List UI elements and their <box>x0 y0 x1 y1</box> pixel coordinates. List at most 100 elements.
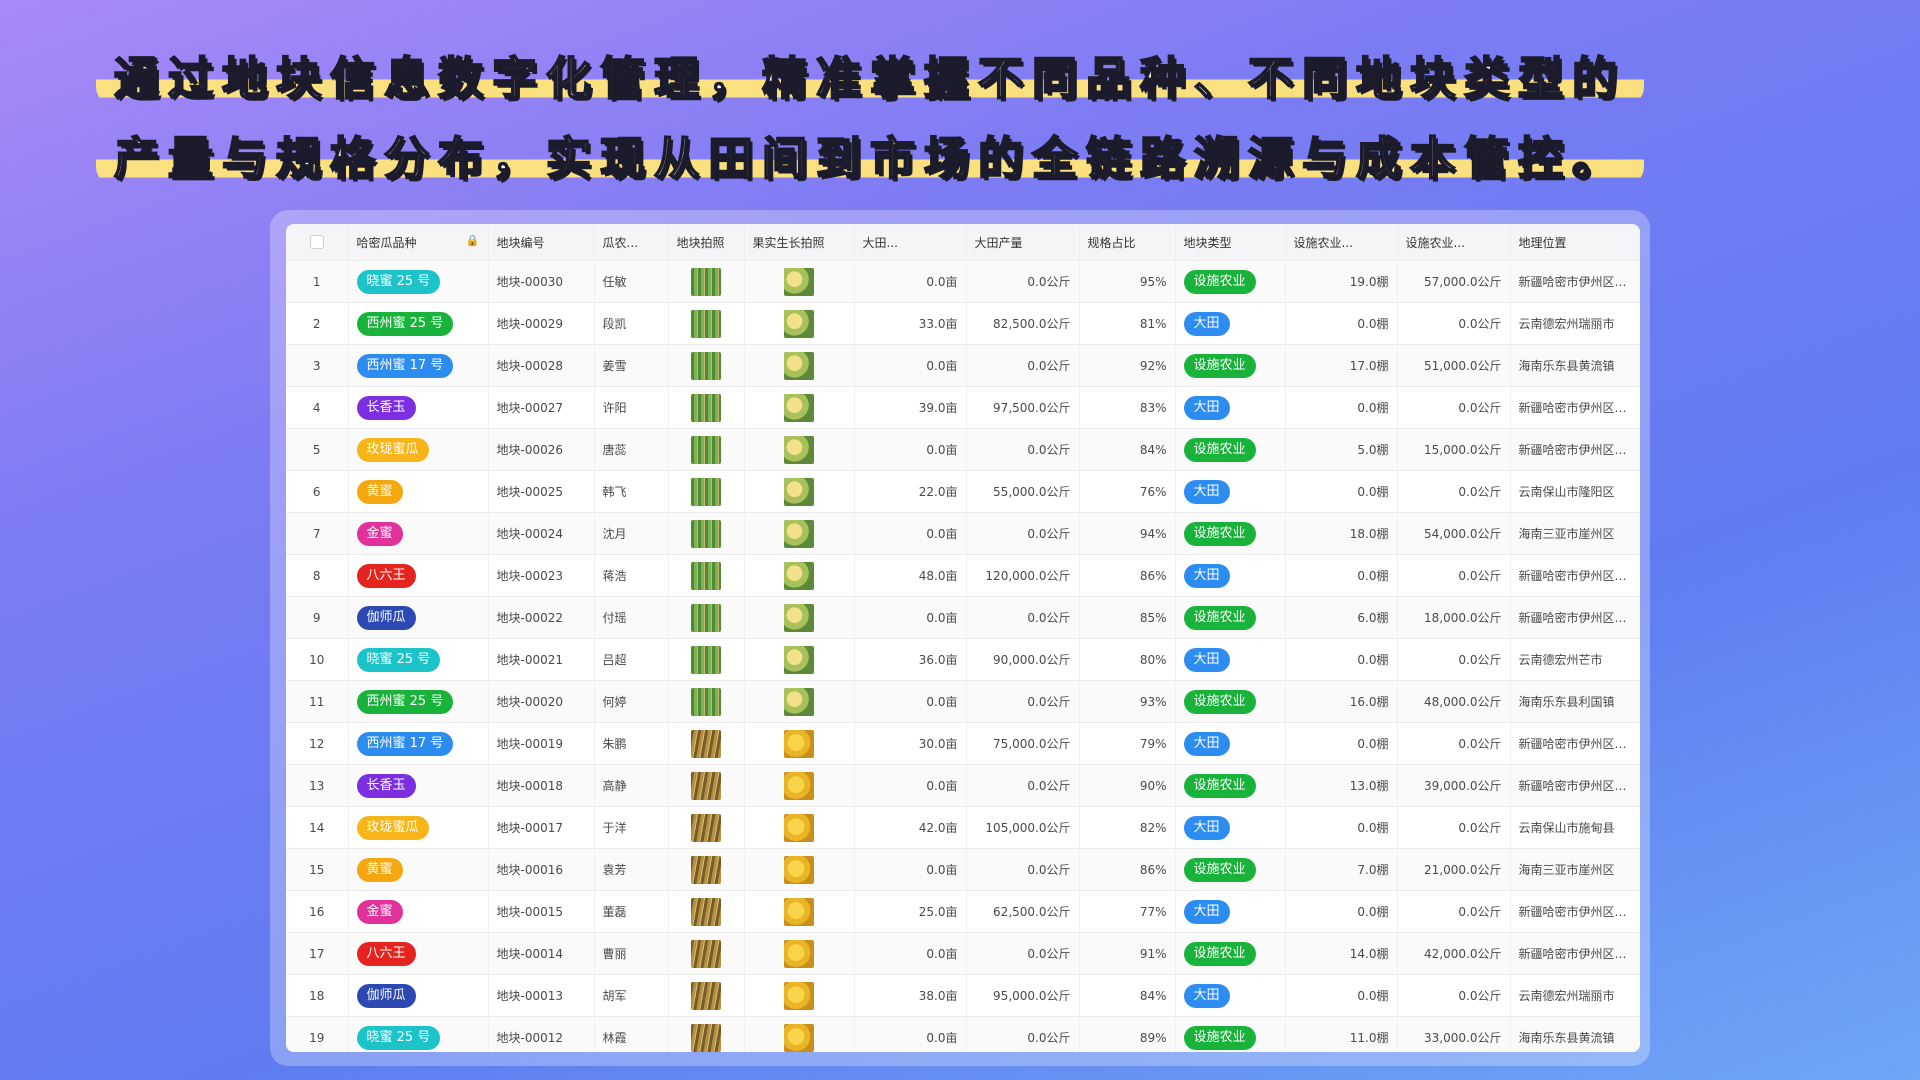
column-header-plot-type[interactable]: 地块类型 <box>1175 224 1286 261</box>
plot-photo-thumbnail[interactable] <box>691 771 721 800</box>
plot-photo-thumbnail[interactable] <box>691 645 721 674</box>
variety-tag[interactable]: 金蜜 <box>356 899 403 924</box>
plot-type-tag[interactable]: 设施农业 <box>1183 437 1256 462</box>
fruit-photo-thumbnail[interactable] <box>784 645 814 674</box>
column-header-location[interactable]: 地理位置 <box>1510 224 1640 261</box>
table-row[interactable]: 15 黄蜜 地块-00016 袁芳 0.0亩 0.0公斤 86% 设施农业 7.0棚 21,000… <box>286 848 1640 891</box>
plot-type-tag[interactable]: 设施农业 <box>1183 857 1256 882</box>
plot-photo-thumbnail[interactable] <box>691 981 721 1010</box>
fruit-photo-thumbnail[interactable] <box>784 435 814 464</box>
column-header-ratio[interactable]: 规格占比 <box>1079 224 1176 261</box>
column-header-farmer[interactable]: 瓜农... <box>594 224 669 261</box>
plot-photo-thumbnail[interactable] <box>691 435 721 464</box>
plot-photo-thumbnail[interactable] <box>691 561 721 590</box>
plot-photo-thumbnail[interactable] <box>691 477 721 506</box>
column-header-plot-photo[interactable]: 地块拍照 <box>668 224 745 261</box>
plot-type-tag[interactable]: 大田 <box>1183 647 1230 672</box>
plot-photo-thumbnail[interactable] <box>691 309 721 338</box>
plot-photo-thumbnail[interactable] <box>691 519 721 548</box>
plot-type-tag[interactable]: 大田 <box>1183 395 1230 420</box>
variety-tag[interactable]: 玫珑蜜瓜 <box>356 815 429 840</box>
variety-tag[interactable]: 长香玉 <box>356 395 416 420</box>
table-row[interactable]: 1 晓蜜 25 号 地块-00030 任敏 0.0亩 0.0公斤 95% 设施农业 19.0棚 5… <box>286 260 1640 303</box>
variety-tag[interactable]: 黄蜜 <box>356 857 403 882</box>
select-all-header[interactable] <box>286 224 349 261</box>
fruit-photo-thumbnail[interactable] <box>784 897 814 926</box>
variety-tag[interactable]: 金蜜 <box>356 521 403 546</box>
plot-type-tag[interactable]: 设施农业 <box>1183 353 1256 378</box>
fruit-photo-thumbnail[interactable] <box>784 351 814 380</box>
plot-photo-thumbnail[interactable] <box>691 351 721 380</box>
table-row[interactable]: 17 八六王 地块-00014 曹丽 0.0亩 0.0公斤 91% 设施农业 14.0棚 42,0… <box>286 932 1640 975</box>
plot-photo-thumbnail[interactable] <box>691 1023 721 1052</box>
variety-tag[interactable]: 西州蜜 17 号 <box>356 731 454 756</box>
plot-photo-thumbnail[interactable] <box>691 603 721 632</box>
variety-tag[interactable]: 伽师瓜 <box>356 983 416 1008</box>
column-header-facility-count[interactable]: 设施农业... <box>1285 224 1398 261</box>
plot-type-tag[interactable]: 设施农业 <box>1183 269 1256 294</box>
column-header-field-area[interactable]: 大田... <box>854 224 967 261</box>
table-row[interactable]: 4 长香玉 地块-00027 许阳 39.0亩 97,500.0公斤 83% 大田 0.0棚 0.… <box>286 386 1640 429</box>
table-row[interactable]: 3 西州蜜 17 号 地块-00028 姜雪 0.0亩 0.0公斤 92% 设施农业 17.0棚… <box>286 344 1640 387</box>
table-row[interactable]: 16 金蜜 地块-00015 董磊 25.0亩 62,500.0公斤 77% 大田 0.0棚 0.… <box>286 890 1640 933</box>
variety-tag[interactable]: 八六王 <box>356 941 416 966</box>
fruit-photo-thumbnail[interactable] <box>784 309 814 338</box>
plot-type-tag[interactable]: 大田 <box>1183 815 1230 840</box>
fruit-photo-thumbnail[interactable] <box>784 603 814 632</box>
variety-tag[interactable]: 伽师瓜 <box>356 605 416 630</box>
column-header-facility-yield[interactable]: 设施农业... <box>1397 224 1511 261</box>
table-row[interactable]: 18 伽师瓜 地块-00013 胡军 38.0亩 95,000.0公斤 84% 大田 0.0棚 0… <box>286 974 1640 1017</box>
plot-type-tag[interactable]: 大田 <box>1183 479 1230 504</box>
plot-type-tag[interactable]: 设施农业 <box>1183 521 1256 546</box>
table-row[interactable]: 12 西州蜜 17 号 地块-00019 朱鹏 30.0亩 75,000.0公斤 79% 大田… <box>286 722 1640 765</box>
data-table-container[interactable]: 哈密瓜品种 🔒 地块编号 瓜农... 地块拍照 果实生长拍照 大田... 大田产量… <box>286 224 1640 1052</box>
variety-tag[interactable]: 西州蜜 17 号 <box>356 353 454 378</box>
plot-type-tag[interactable]: 设施农业 <box>1183 773 1256 798</box>
column-header-fruit-photo[interactable]: 果实生长拍照 <box>744 224 855 261</box>
fruit-photo-thumbnail[interactable] <box>784 477 814 506</box>
variety-tag[interactable]: 晓蜜 25 号 <box>356 647 441 672</box>
table-row[interactable]: 10 晓蜜 25 号 地块-00021 吕超 36.0亩 90,000.0公斤 80% 大田 0… <box>286 638 1640 681</box>
table-row[interactable]: 11 西州蜜 25 号 地块-00020 何婷 0.0亩 0.0公斤 93% 设施农业 16.0… <box>286 680 1640 723</box>
plot-photo-thumbnail[interactable] <box>691 939 721 968</box>
fruit-photo-thumbnail[interactable] <box>784 393 814 422</box>
table-row[interactable]: 9 伽师瓜 地块-00022 付瑶 0.0亩 0.0公斤 85% 设施农业 6.0棚 18,000… <box>286 596 1640 639</box>
fruit-photo-thumbnail[interactable] <box>784 855 814 884</box>
fruit-photo-thumbnail[interactable] <box>784 939 814 968</box>
plot-photo-thumbnail[interactable] <box>691 897 721 926</box>
plot-photo-thumbnail[interactable] <box>691 729 721 758</box>
table-row[interactable]: 19 晓蜜 25 号 地块-00012 林霞 0.0亩 0.0公斤 89% 设施农业 11.0棚… <box>286 1016 1640 1052</box>
table-row[interactable]: 14 玫珑蜜瓜 地块-00017 于洋 42.0亩 105,000.0公斤 82% 大田 0.0… <box>286 806 1640 849</box>
variety-tag[interactable]: 西州蜜 25 号 <box>356 311 454 336</box>
plot-type-tag[interactable]: 大田 <box>1183 731 1230 756</box>
table-row[interactable]: 7 金蜜 地块-00024 沈月 0.0亩 0.0公斤 94% 设施农业 18.0棚 54,000… <box>286 512 1640 555</box>
variety-tag[interactable]: 晓蜜 25 号 <box>356 269 441 294</box>
variety-tag[interactable]: 玫珑蜜瓜 <box>356 437 429 462</box>
plot-photo-thumbnail[interactable] <box>691 855 721 884</box>
fruit-photo-thumbnail[interactable] <box>784 519 814 548</box>
table-row[interactable]: 5 玫珑蜜瓜 地块-00026 唐蕊 0.0亩 0.0公斤 84% 设施农业 5.0棚 15,00… <box>286 428 1640 471</box>
variety-tag[interactable]: 西州蜜 25 号 <box>356 689 454 714</box>
table-row[interactable]: 13 长香玉 地块-00018 高静 0.0亩 0.0公斤 90% 设施农业 13.0棚 39,0… <box>286 764 1640 807</box>
plot-type-tag[interactable]: 设施农业 <box>1183 941 1256 966</box>
column-header-plot[interactable]: 地块编号 <box>488 224 595 261</box>
plot-type-tag[interactable]: 设施农业 <box>1183 689 1256 714</box>
plot-type-tag[interactable]: 大田 <box>1183 899 1230 924</box>
fruit-photo-thumbnail[interactable] <box>784 813 814 842</box>
variety-tag[interactable]: 长香玉 <box>356 773 416 798</box>
plot-photo-thumbnail[interactable] <box>691 393 721 422</box>
fruit-photo-thumbnail[interactable] <box>784 267 814 296</box>
column-header-variety[interactable]: 哈密瓜品种 🔒 <box>348 224 489 261</box>
fruit-photo-thumbnail[interactable] <box>784 561 814 590</box>
fruit-photo-thumbnail[interactable] <box>784 1023 814 1052</box>
variety-tag[interactable]: 八六王 <box>356 563 416 588</box>
fruit-photo-thumbnail[interactable] <box>784 687 814 716</box>
plot-type-tag[interactable]: 大田 <box>1183 563 1230 588</box>
fruit-photo-thumbnail[interactable] <box>784 981 814 1010</box>
table-row[interactable]: 6 黄蜜 地块-00025 韩飞 22.0亩 55,000.0公斤 76% 大田 0.0棚 0.0… <box>286 470 1640 513</box>
plot-photo-thumbnail[interactable] <box>691 267 721 296</box>
plot-type-tag[interactable]: 大田 <box>1183 311 1230 336</box>
plot-type-tag[interactable]: 设施农业 <box>1183 605 1256 630</box>
plot-type-tag[interactable]: 设施农业 <box>1183 1025 1256 1050</box>
fruit-photo-thumbnail[interactable] <box>784 771 814 800</box>
